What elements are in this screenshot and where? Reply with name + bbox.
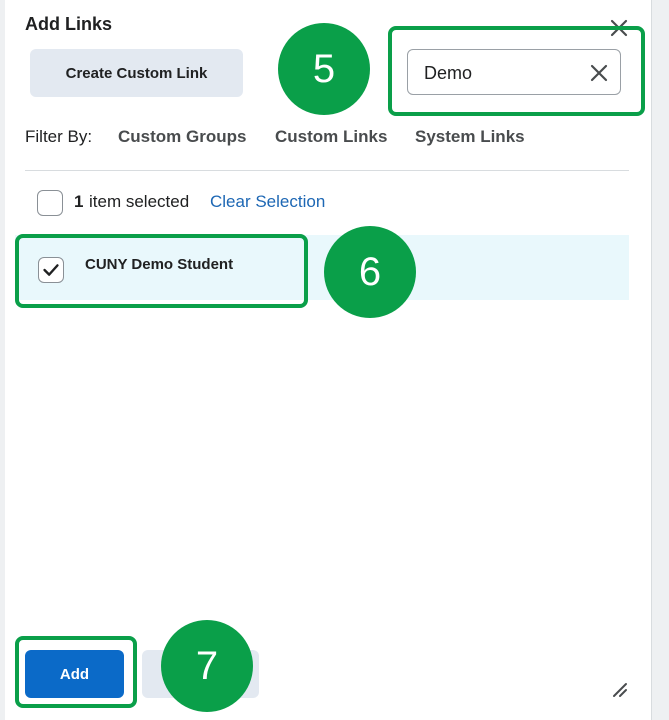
add-links-dialog: Add Links Create Custom Link Filter By: … xyxy=(5,0,651,720)
filter-by-label: Filter By: xyxy=(25,127,93,146)
filter-system-links[interactable]: System Links xyxy=(415,127,525,147)
filter-custom-groups[interactable]: Custom Groups xyxy=(118,127,246,147)
selected-count: 1 xyxy=(74,192,84,211)
divider xyxy=(25,170,629,171)
step-6-badge: 6 xyxy=(324,226,416,318)
annotation-box-search xyxy=(388,26,645,116)
create-custom-link-button[interactable]: Create Custom Link xyxy=(30,49,243,97)
selected-text: item selected xyxy=(89,192,190,211)
background-right-edge xyxy=(651,0,669,720)
filter-custom-links[interactable]: Custom Links xyxy=(275,127,387,147)
annotation-box-result xyxy=(15,234,308,308)
clear-selection-link[interactable]: Clear Selection xyxy=(210,192,325,212)
resize-handle-icon[interactable] xyxy=(610,680,628,698)
annotation-box-add xyxy=(15,636,137,708)
step-5-badge: 5 xyxy=(278,23,370,115)
step-7-badge: 7 xyxy=(161,620,253,712)
select-all-checkbox[interactable] xyxy=(37,190,63,216)
dialog-title: Add Links xyxy=(25,14,113,34)
